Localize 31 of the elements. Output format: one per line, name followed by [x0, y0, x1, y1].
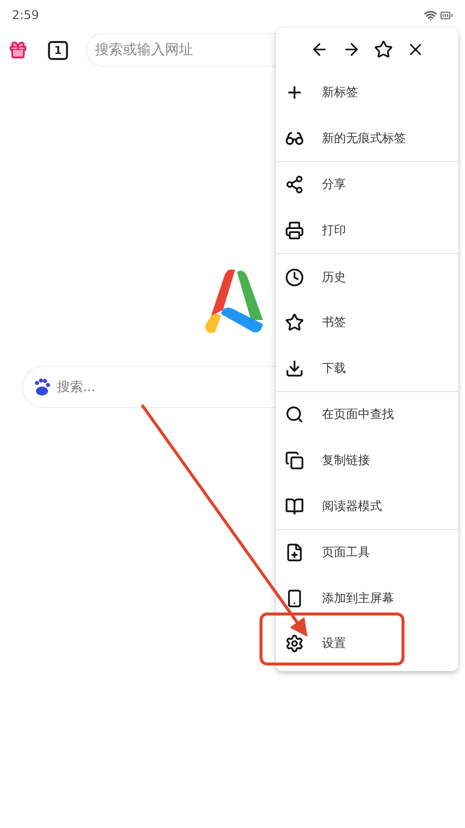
- menu-item[interactable]: 历史: [322, 268, 346, 286]
- search-icon: [285, 405, 304, 424]
- menu-item[interactable]: 新的无痕式标签: [322, 130, 406, 147]
- clock-icon: [285, 268, 304, 287]
- status-time: 2:59: [12, 8, 39, 22]
- gift-icon[interactable]: [8, 40, 28, 60]
- menu-item[interactable]: 书签: [322, 314, 346, 332]
- menu-item[interactable]: 复制链接: [322, 452, 370, 470]
- phone-icon: [285, 588, 304, 608]
- logo-drawing: [203, 268, 265, 336]
- book-icon: [285, 496, 304, 516]
- copy-icon: [285, 451, 304, 470]
- menu-item[interactable]: 打印: [322, 222, 346, 240]
- wifi-icon: [424, 8, 437, 22]
- settings-icon: [285, 634, 304, 654]
- star-icon: [285, 313, 304, 332]
- menu-item[interactable]: 设置: [322, 635, 346, 652]
- printer-icon: [285, 221, 304, 240]
- paw-icon: [33, 378, 51, 396]
- battery-icon: [440, 8, 453, 22]
- menu-item[interactable]: 阅读器模式: [322, 498, 382, 515]
- tab-count-button[interactable]: 1: [48, 40, 68, 60]
- menu-item[interactable]: 新标签: [322, 84, 358, 102]
- star-icon[interactable]: [374, 40, 392, 58]
- menu-item[interactable]: 页面工具: [322, 544, 370, 562]
- menu-item[interactable]: 在页面中查找: [322, 406, 394, 424]
- menu-item[interactable]: 分享: [322, 176, 346, 194]
- download-icon: [285, 358, 304, 378]
- share-icon: [285, 175, 304, 194]
- document-plus-icon: [285, 543, 304, 562]
- menu-item[interactable]: 添加到主屏幕: [322, 590, 394, 607]
